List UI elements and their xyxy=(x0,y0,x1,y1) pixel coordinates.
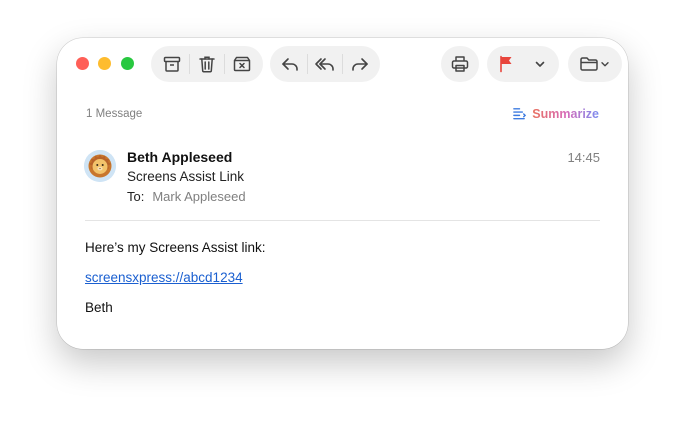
recipient-row: To: Mark Appleseed xyxy=(127,189,246,204)
mail-window: 1 Message Summarize Beth Appleseed 14:45… xyxy=(57,38,628,349)
lion-avatar-icon xyxy=(84,150,116,182)
printer-icon xyxy=(451,56,469,72)
toolbar-group-print xyxy=(441,46,479,82)
reply-button[interactable] xyxy=(274,48,306,80)
trash-icon xyxy=(199,56,215,73)
close-window-button[interactable] xyxy=(76,57,89,70)
to-label: To: xyxy=(127,189,145,204)
recipient-name[interactable]: Mark Appleseed xyxy=(152,189,245,204)
folder-icon xyxy=(580,57,598,71)
summarize-button[interactable]: Summarize xyxy=(512,106,599,121)
chevron-down-icon xyxy=(601,62,609,67)
print-button[interactable] xyxy=(444,48,476,80)
chevron-down-icon xyxy=(535,61,545,67)
summarize-label: Summarize xyxy=(532,106,599,121)
header-divider xyxy=(85,220,600,221)
move-to-folder-button[interactable] xyxy=(572,48,618,80)
archive-button[interactable] xyxy=(156,48,188,80)
reply-all-icon xyxy=(315,58,334,71)
delete-button[interactable] xyxy=(191,48,223,80)
assist-link[interactable]: screensxpress://abcd1234 xyxy=(85,270,243,285)
toolbar-group-manage xyxy=(151,46,263,82)
forward-button[interactable] xyxy=(344,48,376,80)
toolbar-group-respond xyxy=(270,46,380,82)
junk-icon xyxy=(234,56,251,72)
message-time: 14:45 xyxy=(567,150,600,165)
flag-icon xyxy=(500,55,512,73)
flag-menu-button[interactable] xyxy=(524,48,556,80)
toolbar-separator xyxy=(224,54,226,74)
toolbar-group-move xyxy=(568,46,622,82)
zoom-window-button[interactable] xyxy=(121,57,134,70)
junk-button[interactable] xyxy=(226,48,258,80)
forward-icon xyxy=(351,58,368,71)
avatar xyxy=(84,150,116,182)
reply-icon xyxy=(282,58,299,71)
sender-name: Beth Appleseed xyxy=(127,149,233,165)
archive-icon xyxy=(163,56,180,72)
message-subject: Screens Assist Link xyxy=(127,169,245,184)
toolbar-separator xyxy=(188,54,190,74)
summarize-icon xyxy=(513,108,527,120)
body-text: Here’s my Screens Assist link: xyxy=(85,240,266,255)
minimize-window-button[interactable] xyxy=(98,57,111,70)
flag-button[interactable] xyxy=(490,48,522,80)
reply-all-button[interactable] xyxy=(309,48,341,80)
toolbar-group-flag xyxy=(487,46,559,82)
message-count: 1 Message xyxy=(86,108,143,120)
signature: Beth xyxy=(85,300,113,315)
